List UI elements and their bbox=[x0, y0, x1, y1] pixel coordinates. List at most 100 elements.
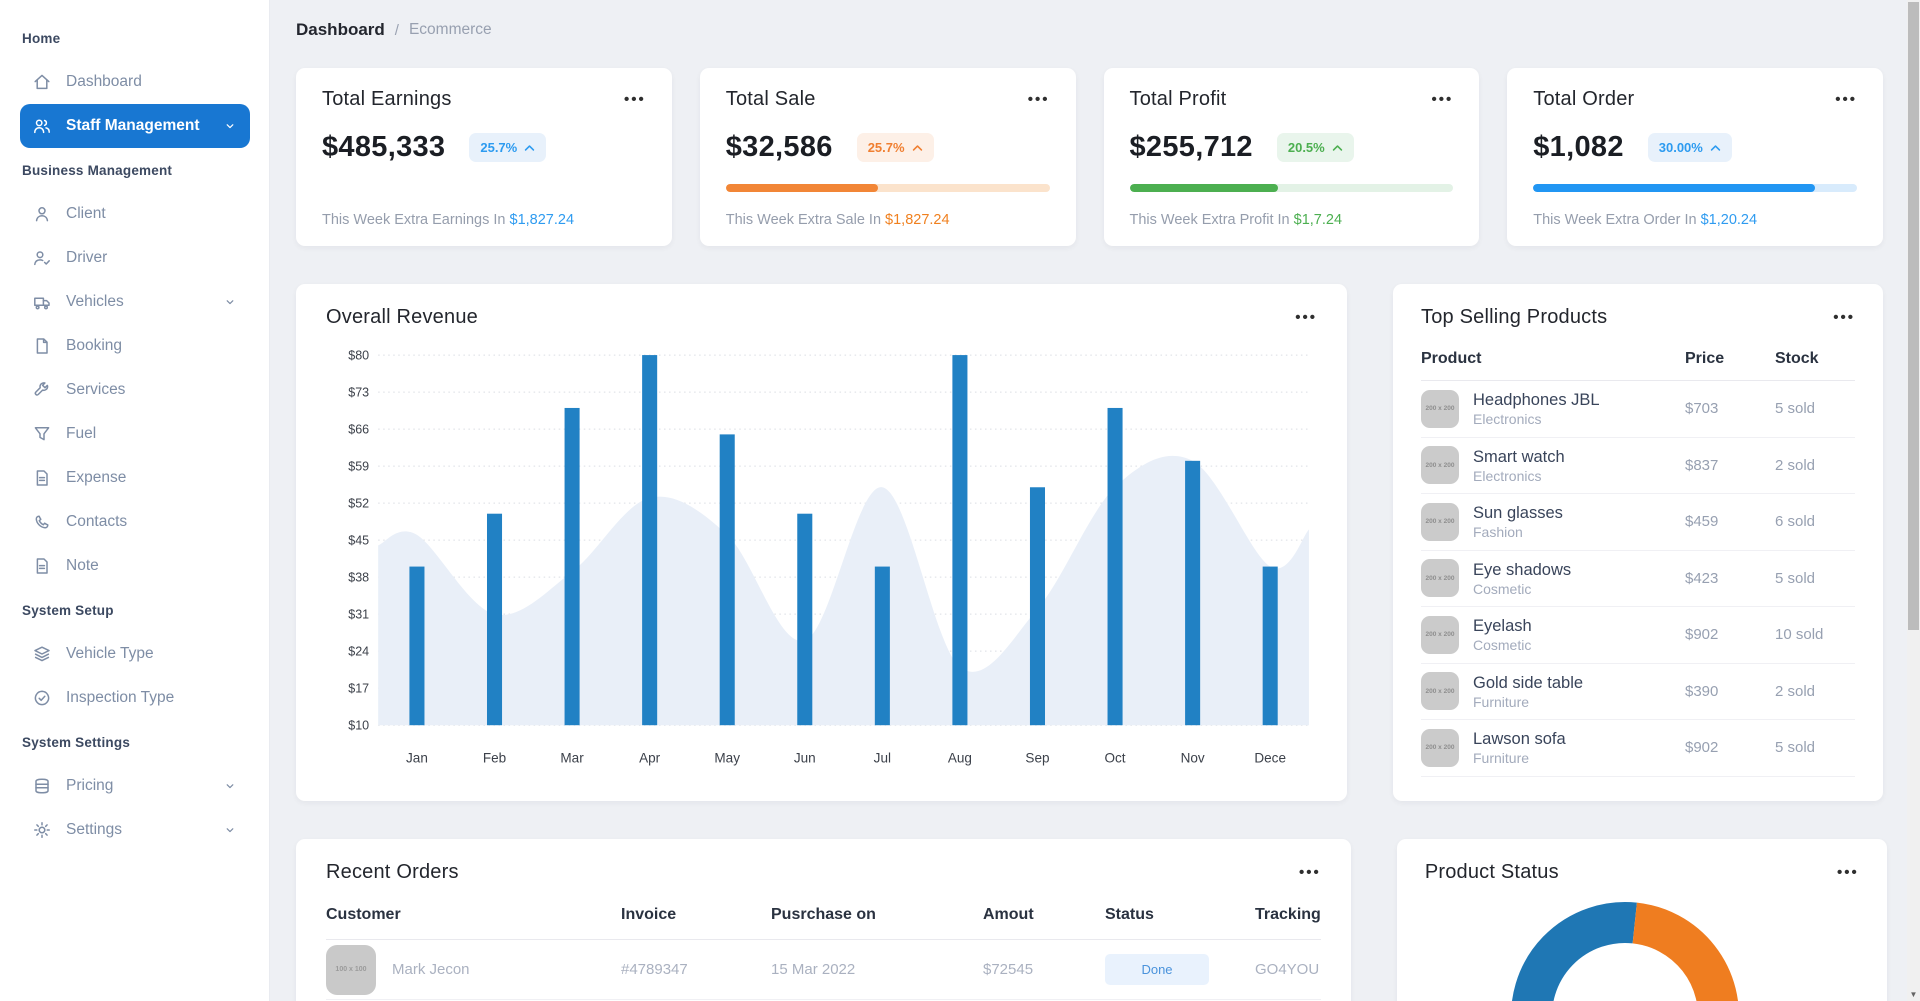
product-image-placeholder: 200 x 200 bbox=[1421, 390, 1459, 428]
stat-card-title: Total Order bbox=[1533, 88, 1634, 111]
product-image-placeholder: 200 x 200 bbox=[1421, 503, 1459, 541]
scrollbar-thumb[interactable] bbox=[1908, 2, 1919, 630]
product-row-lawson-sofa[interactable]: 200 x 200Lawson sofaFurniture$9025 sold bbox=[1421, 720, 1855, 777]
product-image-placeholder: 200 x 200 bbox=[1421, 446, 1459, 484]
product-row-headphones-jbl[interactable]: 200 x 200Headphones JBLElectronics$7035 … bbox=[1421, 381, 1855, 438]
sidebar-item-vehicle-type[interactable]: Vehicle Type bbox=[20, 632, 250, 676]
page-scrollbar[interactable]: ▼ bbox=[1907, 0, 1920, 1001]
layers-icon bbox=[32, 644, 52, 664]
more-options-button[interactable]: ••• bbox=[1835, 88, 1857, 111]
sidebar-item-fuel[interactable]: Fuel bbox=[20, 412, 250, 456]
product-row-eyelash[interactable]: 200 x 200EyelashCosmetic$90210 sold bbox=[1421, 607, 1855, 664]
sidebar-item-label: Note bbox=[66, 557, 99, 575]
footer-amount: $1,827.24 bbox=[885, 212, 950, 228]
chevron-up-icon bbox=[912, 144, 923, 152]
svg-text:$10: $10 bbox=[348, 719, 369, 733]
more-options-button[interactable]: ••• bbox=[1295, 306, 1317, 329]
more-options-button[interactable]: ••• bbox=[1431, 88, 1453, 111]
sidebar-item-services[interactable]: Services bbox=[20, 368, 250, 412]
stat-footer-text: This Week Extra Order In $1,20.24 bbox=[1533, 212, 1857, 228]
footer-label: This Week Extra Sale In bbox=[726, 212, 885, 228]
product-name: Eye shadows bbox=[1473, 560, 1571, 581]
product-name: Smart watch bbox=[1473, 447, 1565, 468]
order-status-badge[interactable]: Done bbox=[1105, 954, 1209, 985]
breadcrumb-current[interactable]: Dashboard bbox=[296, 20, 385, 40]
product-row-sun-glasses[interactable]: 200 x 200Sun glassesFashion$4596 sold bbox=[1421, 494, 1855, 551]
more-options-button[interactable]: ••• bbox=[1837, 861, 1859, 884]
progress-fill bbox=[1130, 184, 1279, 192]
product-row-gold-side-table[interactable]: 200 x 200Gold side tableFurniture$3902 s… bbox=[1421, 664, 1855, 721]
product-price: $703 bbox=[1685, 400, 1775, 417]
trend-badge[interactable]: 25.7% bbox=[857, 133, 934, 162]
sidebar-item-contacts[interactable]: Contacts bbox=[20, 500, 250, 544]
sidebar-item-staff-management[interactable]: Staff Management bbox=[20, 104, 250, 148]
users-icon bbox=[32, 116, 52, 136]
sidebar-item-expense[interactable]: Expense bbox=[20, 456, 250, 500]
sidebar-item-driver[interactable]: Driver bbox=[20, 236, 250, 280]
order-invoice: #4789347 bbox=[621, 961, 771, 978]
product-stock: 10 sold bbox=[1775, 626, 1855, 643]
sidebar-item-booking[interactable]: Booking bbox=[20, 324, 250, 368]
product-name: Sun glasses bbox=[1473, 503, 1563, 524]
footer-amount: $1,7.24 bbox=[1294, 212, 1342, 228]
product-row-eye-shadows[interactable]: 200 x 200Eye shadowsCosmetic$4235 sold bbox=[1421, 551, 1855, 608]
footer-label: This Week Extra Profit In bbox=[1130, 212, 1294, 228]
sidebar-item-label: Contacts bbox=[66, 513, 127, 531]
home-icon bbox=[32, 72, 52, 92]
scroll-down-arrow[interactable]: ▼ bbox=[1907, 990, 1920, 999]
sidebar-section-header-home: Home bbox=[20, 16, 250, 60]
more-options-button[interactable]: ••• bbox=[1833, 306, 1855, 329]
svg-text:$80: $80 bbox=[348, 349, 369, 363]
svg-text:$38: $38 bbox=[348, 571, 369, 585]
svg-text:$45: $45 bbox=[348, 534, 369, 548]
sidebar-item-label: Settings bbox=[66, 821, 122, 839]
stat-footer-text: This Week Extra Earnings In $1,827.24 bbox=[322, 212, 646, 228]
more-options-button[interactable]: ••• bbox=[1028, 88, 1050, 111]
funnel-icon bbox=[32, 424, 52, 444]
svg-text:Mar: Mar bbox=[560, 750, 584, 765]
trend-badge[interactable]: 20.5% bbox=[1277, 133, 1354, 162]
progress-fill bbox=[726, 184, 878, 192]
trend-badge[interactable]: 25.7% bbox=[469, 133, 546, 162]
sidebar-item-client[interactable]: Client bbox=[20, 192, 250, 236]
stat-value: $485,333 bbox=[322, 131, 445, 164]
order-row-mark-jecon[interactable]: 100 x 100Mark Jecon#478934715 Mar 2022$7… bbox=[326, 940, 1321, 1000]
product-image-placeholder: 200 x 200 bbox=[1421, 616, 1459, 654]
product-image-placeholder: 200 x 200 bbox=[1421, 672, 1459, 710]
product-name: Headphones JBL bbox=[1473, 390, 1600, 411]
sidebar-item-vehicles[interactable]: Vehicles bbox=[20, 280, 250, 324]
product-name: Lawson sofa bbox=[1473, 729, 1566, 750]
recent-orders-title: Recent Orders bbox=[326, 861, 459, 884]
sidebar-item-pricing[interactable]: Pricing bbox=[20, 764, 250, 808]
sidebar-item-dashboard[interactable]: Dashboard bbox=[20, 60, 250, 104]
more-options-button[interactable]: ••• bbox=[1299, 861, 1321, 884]
product-stock: 6 sold bbox=[1775, 513, 1855, 530]
orders-column-status: Status bbox=[1105, 906, 1255, 924]
svg-text:$66: $66 bbox=[348, 423, 369, 437]
stat-card-total-profit: Total Profit•••$255,71220.5%This Week Ex… bbox=[1104, 68, 1480, 246]
footer-amount: $1,827.24 bbox=[510, 212, 575, 228]
sidebar-item-note[interactable]: Note bbox=[20, 544, 250, 588]
svg-text:$31: $31 bbox=[348, 608, 369, 622]
stat-cards-row: Total Earnings•••$485,33325.7%This Week … bbox=[296, 68, 1883, 246]
product-stock: 5 sold bbox=[1775, 570, 1855, 587]
product-price: $423 bbox=[1685, 570, 1775, 587]
file-icon bbox=[32, 336, 52, 356]
sidebar-section-header-system-settings: System Settings bbox=[20, 720, 250, 764]
product-price: $459 bbox=[1685, 513, 1775, 530]
trend-percent: 30.00% bbox=[1659, 140, 1703, 155]
sidebar-item-label: Booking bbox=[66, 337, 122, 355]
sidebar-item-label: Client bbox=[66, 205, 106, 223]
products-column-price: Price bbox=[1685, 350, 1775, 368]
sidebar-section-header-system-setup: System Setup bbox=[20, 588, 250, 632]
more-options-button[interactable]: ••• bbox=[624, 88, 646, 111]
sidebar-item-label: Vehicles bbox=[66, 293, 124, 311]
orders-table-header: CustomerInvoicePusrchase onAmoutStatusTr… bbox=[326, 890, 1321, 940]
sidebar-item-settings[interactable]: Settings bbox=[20, 808, 250, 852]
trend-badge[interactable]: 30.00% bbox=[1648, 133, 1732, 162]
sidebar-item-inspection-type[interactable]: Inspection Type bbox=[20, 676, 250, 720]
products-table-header: ProductPriceStock bbox=[1421, 337, 1855, 381]
product-category: Cosmetic bbox=[1473, 637, 1532, 653]
product-row-smart-watch[interactable]: 200 x 200Smart watchElectronics$8372 sol… bbox=[1421, 438, 1855, 495]
chevron-up-icon bbox=[1332, 144, 1343, 152]
